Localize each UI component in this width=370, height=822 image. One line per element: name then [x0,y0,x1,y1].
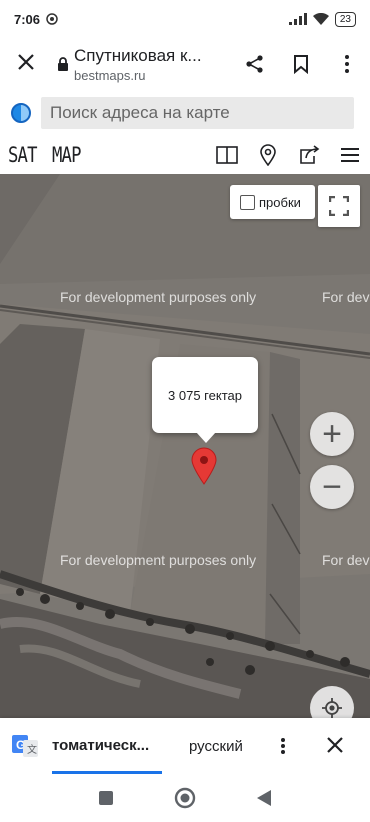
search-input[interactable]: Поиск адреса на карте [41,97,354,129]
menu-icon [340,148,359,162]
translate-menu-button[interactable] [273,737,293,755]
more-menu-button[interactable] [324,54,370,74]
page-url: bestmaps.ru [74,67,146,83]
translate-close-button[interactable] [327,733,343,759]
status-time: 7:06 [14,11,41,27]
svg-text:文: 文 [27,743,37,756]
fullscreen-icon [329,196,349,216]
translate-bar: G 文 томатическ... русский [0,718,370,774]
close-icon [18,54,34,70]
signal-icon [288,13,307,25]
back-icon[interactable] [256,789,272,807]
watermark: For development purposes only [322,289,370,305]
watermark: For development purposes only [60,552,257,568]
location-button[interactable] [247,144,288,166]
tab-map[interactable]: MAP [52,143,88,167]
page-title: Спутниковая к... [74,45,202,65]
url-area[interactable]: Спутниковая к... bestmaps.ru [74,46,232,83]
more-icon [345,55,349,73]
recents-icon[interactable] [98,790,114,806]
site-logo[interactable] [11,103,31,123]
close-tab-button[interactable] [0,51,52,77]
traffic-checkbox[interactable] [240,194,255,210]
info-window-text: 3 075 гектар [168,387,242,403]
location-pin-icon [259,144,276,166]
close-icon [327,737,343,753]
battery-icon: 23 [334,11,356,27]
status-bar: 7:06 23 [0,0,370,38]
browser-toolbar: Спутниковая к... bestmaps.ru [0,38,370,90]
source-language-label: томатическ... [52,737,150,754]
open-external-icon [299,145,319,164]
source-language-tab[interactable]: томатическ... [52,718,164,774]
satellite-map[interactable]: For development purposes only For develo… [0,174,370,718]
home-icon[interactable] [174,787,196,809]
notification-icon [46,13,58,25]
info-window: 3 075 гектар [152,357,258,443]
my-location-icon [322,698,342,718]
watermark: For development purposes only [60,289,257,305]
search-row: Поиск адреса на карте [0,94,370,132]
map-toolbar: SAT MAP [0,136,370,174]
share-button[interactable] [232,54,278,74]
tab-sat[interactable]: SAT [8,143,44,167]
wifi-icon [312,13,329,25]
bookmark-button[interactable] [278,54,324,74]
fullscreen-button[interactable] [318,185,360,227]
traffic-label: пробки [259,194,301,210]
zoom-out-button[interactable]: − [310,465,354,509]
bookmark-icon [294,55,308,74]
split-view-icon [215,146,238,164]
zoom-in-button[interactable]: + [310,412,354,456]
menu-button[interactable] [329,144,370,166]
traffic-toggle[interactable]: пробки [230,185,315,219]
split-view-button[interactable] [206,144,247,166]
target-language-tab[interactable]: русский [189,738,243,755]
open-external-button[interactable] [288,144,329,166]
system-nav-bar [0,774,370,822]
map-marker-icon[interactable] [190,447,218,485]
lock-icon[interactable] [52,57,74,71]
more-icon [280,738,285,754]
watermark: For development purposes only [322,552,370,568]
google-translate-icon: G 文 [12,735,38,757]
share-icon [246,55,263,73]
